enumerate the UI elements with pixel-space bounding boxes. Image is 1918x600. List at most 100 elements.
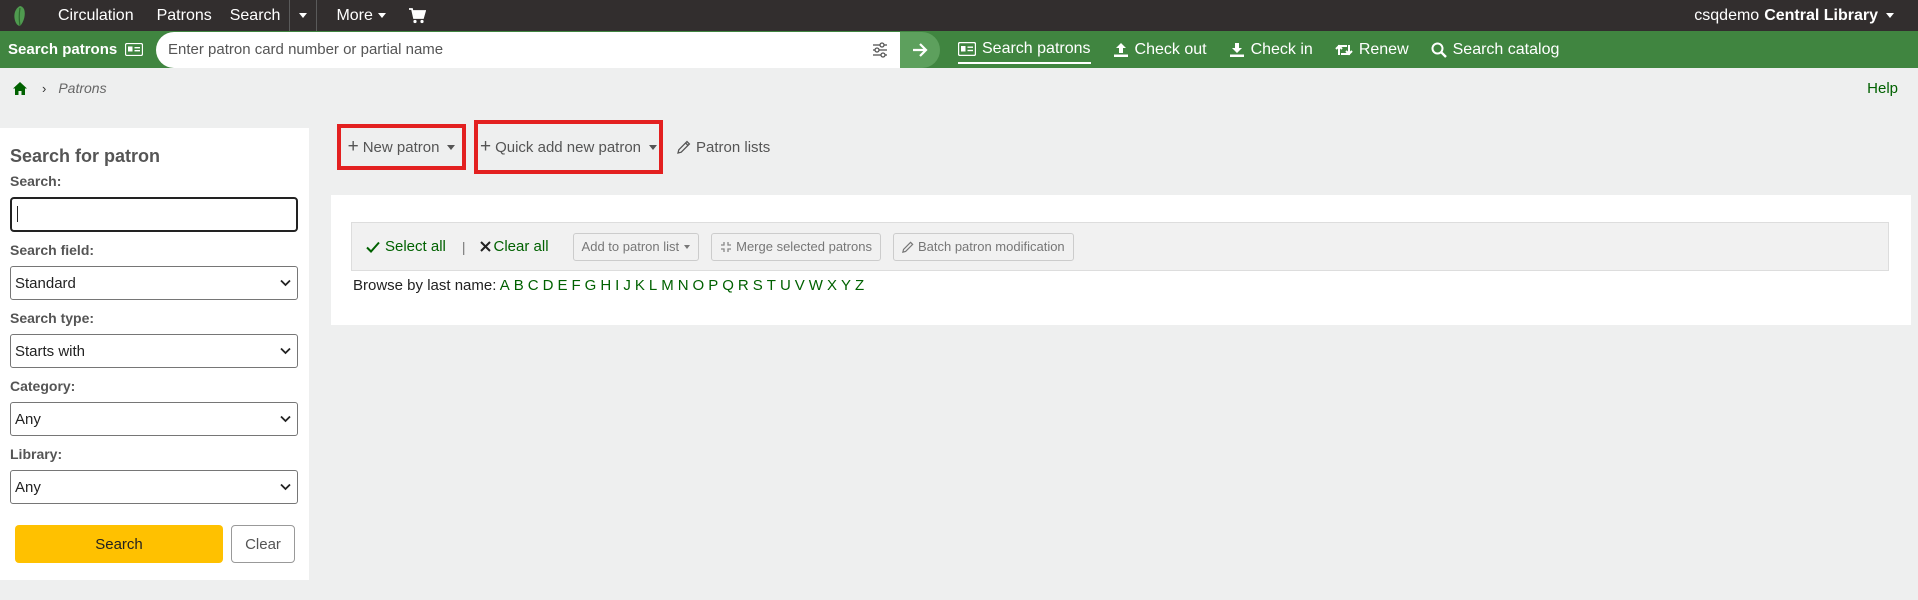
letter-link-t[interactable]: T xyxy=(767,277,776,294)
patron-search-field xyxy=(156,31,900,68)
merge-patrons-button[interactable]: Merge selected patrons xyxy=(711,232,881,261)
check-in-link[interactable]: Check in xyxy=(1229,31,1313,68)
header-search-bar: Search patrons Search patrons Check out … xyxy=(0,31,1918,68)
retweet-icon xyxy=(1335,44,1353,55)
letter-link-p[interactable]: P xyxy=(708,277,718,294)
user-name: csqdemo xyxy=(1694,6,1760,24)
letter-link-w[interactable]: W xyxy=(809,277,823,294)
id-card-icon xyxy=(958,41,976,56)
batch-modification-button[interactable]: Batch patron modification xyxy=(892,232,1074,261)
patron-toolbar: + New patron + Quick add new patron Patr… xyxy=(337,120,778,174)
category-select[interactable]: Any xyxy=(10,402,298,436)
add-to-patron-list-button[interactable]: Add to patron list xyxy=(572,232,700,261)
letter-link-z[interactable]: Z xyxy=(855,277,864,294)
quick-add-patron-button[interactable]: + Quick add new patron xyxy=(474,120,663,174)
search-type-label: Search type: xyxy=(10,310,95,326)
letter-link-m[interactable]: M xyxy=(661,277,674,294)
search-icon xyxy=(1431,42,1447,58)
chevron-down-icon xyxy=(280,415,291,423)
close-icon xyxy=(479,241,491,252)
sidebar-search-input[interactable] xyxy=(10,197,298,232)
letter-link-n[interactable]: N xyxy=(678,277,689,294)
sliders-icon[interactable] xyxy=(872,41,888,62)
letter-link-x[interactable]: X xyxy=(827,277,837,294)
library-select[interactable]: Any xyxy=(10,470,298,504)
divider: | xyxy=(461,238,466,255)
help-link[interactable]: Help xyxy=(1867,80,1898,97)
search-patrons-link[interactable]: Search patrons xyxy=(958,36,1091,64)
text-cursor xyxy=(17,206,18,222)
pencil-icon xyxy=(677,140,691,154)
chevron-right-icon: › xyxy=(42,80,47,96)
letter-link-g[interactable]: G xyxy=(585,277,597,294)
compress-icon xyxy=(721,241,732,252)
new-patron-button[interactable]: + New patron xyxy=(337,124,466,170)
cart-button[interactable] xyxy=(395,0,435,31)
check-icon xyxy=(366,241,380,253)
plus-icon: + xyxy=(347,136,359,157)
search-type-select[interactable]: Starts with xyxy=(10,334,298,368)
plus-icon: + xyxy=(479,136,492,157)
nav-more[interactable]: More xyxy=(317,0,394,31)
clear-all-link[interactable]: Clear all xyxy=(479,238,549,255)
letter-link-v[interactable]: V xyxy=(795,277,805,294)
patron-search-input[interactable] xyxy=(156,41,846,58)
letter-link-o[interactable]: O xyxy=(693,277,705,294)
select-all-link[interactable]: Select all xyxy=(366,238,446,255)
top-navbar: Circulation Patrons Search More csqdemo … xyxy=(0,0,1918,31)
nav-search[interactable]: Search xyxy=(221,0,290,31)
patron-lists-button[interactable]: Patron lists xyxy=(669,124,778,170)
caret-down-icon xyxy=(377,13,386,18)
search-catalog-link[interactable]: Search catalog xyxy=(1431,31,1559,68)
letter-link-b[interactable]: B xyxy=(514,277,524,294)
caret-down-icon xyxy=(1886,13,1894,18)
cart-icon xyxy=(408,7,426,23)
search-field-select[interactable]: Standard xyxy=(10,266,298,300)
home-icon[interactable] xyxy=(12,81,28,96)
letter-link-q[interactable]: Q xyxy=(722,277,734,294)
nav-circulation[interactable]: Circulation xyxy=(49,0,148,31)
letter-link-d[interactable]: D xyxy=(543,277,554,294)
letter-link-e[interactable]: E xyxy=(557,277,567,294)
caret-down-icon xyxy=(684,244,691,249)
letter-link-i[interactable]: I xyxy=(615,277,619,294)
breadcrumb: › Patrons xyxy=(12,80,107,96)
search-button[interactable]: Search xyxy=(15,525,223,563)
library-label: Library: xyxy=(10,446,63,462)
letter-link-f[interactable]: F xyxy=(571,277,580,294)
sidebar-buttons: Search Clear xyxy=(15,525,299,563)
letter-link-c[interactable]: C xyxy=(528,277,539,294)
letter-link-h[interactable]: H xyxy=(600,277,611,294)
koha-logo-icon[interactable] xyxy=(0,0,40,31)
letter-link-a[interactable]: A xyxy=(500,277,510,294)
letter-link-l[interactable]: L xyxy=(649,277,657,294)
renew-link[interactable]: Renew xyxy=(1335,31,1409,68)
nav-search-dropdown[interactable] xyxy=(290,0,316,31)
search-patrons-label[interactable]: Search patrons xyxy=(0,31,158,68)
nav-patrons[interactable]: Patrons xyxy=(148,0,221,31)
arrow-right-icon xyxy=(913,42,928,57)
browse-by-last-name: Browse by last name: ABCDEFGHIJKLMNOPQRS… xyxy=(353,277,868,294)
patron-search-sidebar: Search for patron Search: Search field: … xyxy=(0,128,309,580)
search-submit-button[interactable] xyxy=(900,31,940,68)
breadcrumb-patrons: Patrons xyxy=(58,80,107,96)
clear-button[interactable]: Clear xyxy=(231,525,295,563)
chevron-down-icon xyxy=(280,347,291,355)
selection-toolbar: Select all | Clear all Add to patron lis… xyxy=(351,222,1889,271)
category-label: Category: xyxy=(10,378,76,394)
pencil-icon xyxy=(902,241,914,253)
letter-link-s[interactable]: S xyxy=(753,277,763,294)
download-icon xyxy=(1229,42,1244,57)
search-field-label: Search field: xyxy=(10,242,95,258)
check-out-link[interactable]: Check out xyxy=(1113,31,1207,68)
user-menu[interactable]: csqdemo Central Library xyxy=(1694,7,1894,25)
letter-link-j[interactable]: J xyxy=(623,277,631,294)
header-quick-links: Search patrons Check out Check in Renew … xyxy=(958,31,1581,68)
library-name: Central Library xyxy=(1764,6,1878,24)
letter-link-k[interactable]: K xyxy=(635,277,645,294)
letter-link-u[interactable]: U xyxy=(780,277,791,294)
letter-link-y[interactable]: Y xyxy=(841,277,851,294)
patron-results-panel: Select all | Clear all Add to patron lis… xyxy=(331,195,1911,325)
letter-link-r[interactable]: R xyxy=(738,277,749,294)
top-nav-menu: Circulation Patrons Search More xyxy=(40,0,435,31)
